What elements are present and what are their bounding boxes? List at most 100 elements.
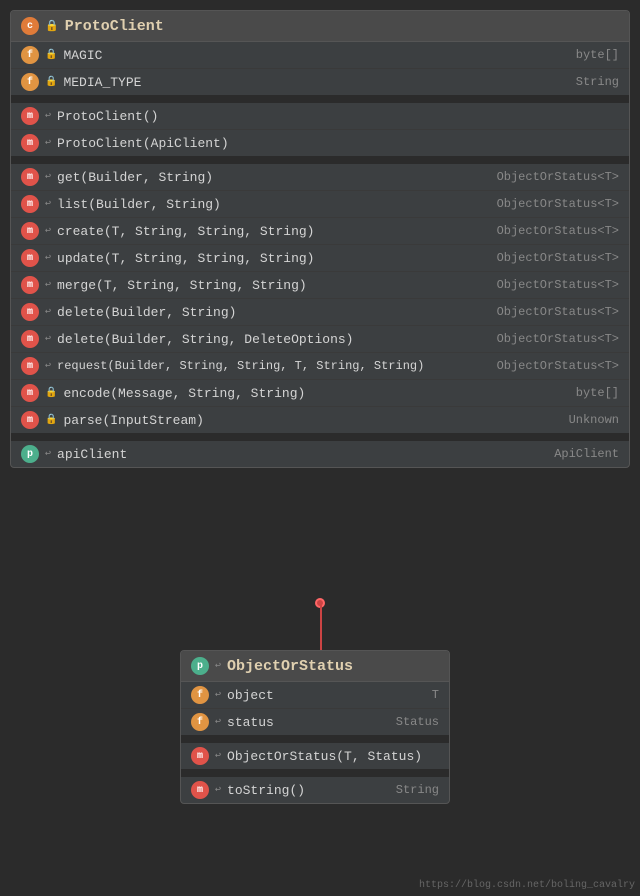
table-row[interactable]: m ↩ delete(Builder, String, DeleteOption… <box>11 326 629 353</box>
arrow-icon: ↩ <box>45 279 51 291</box>
table-row[interactable]: m ↩ merge(T, String, String, String) Obj… <box>11 272 629 299</box>
method-icon: m <box>21 411 39 429</box>
member-name: toString() <box>227 783 390 798</box>
arrow-icon: ↩ <box>215 689 221 701</box>
proto-client-card: c 🔒 ProtoClient f 🔒 MAGIC byte[] f 🔒 MED… <box>10 10 630 468</box>
arrow-icon: ↩ <box>45 225 51 237</box>
member-name: status <box>227 715 390 730</box>
field-icon: f <box>191 713 209 731</box>
lock-icon: 🔒 <box>45 49 57 61</box>
member-type: T <box>432 688 439 702</box>
table-row[interactable]: m ↩ create(T, String, String, String) Ob… <box>11 218 629 245</box>
constructors-section: m ↩ ObjectOrStatus(T, Status) <box>181 743 449 769</box>
table-row[interactable]: m ↩ get(Builder, String) ObjectOrStatus<… <box>11 164 629 191</box>
proto-client-header: c 🔒 ProtoClient <box>11 11 629 42</box>
member-type: Status <box>396 715 439 729</box>
member-name: delete(Builder, String) <box>57 305 491 320</box>
table-row[interactable]: f ↩ object T <box>181 682 449 709</box>
member-type: ObjectOrStatus<T> <box>497 197 619 211</box>
lock-icon: 🔒 <box>45 19 59 33</box>
method-icon: m <box>191 747 209 765</box>
arrow-icon: ↩ <box>45 137 51 149</box>
member-type: ObjectOrStatus<T> <box>497 224 619 238</box>
table-row[interactable]: m ↩ ObjectOrStatus(T, Status) <box>181 743 449 769</box>
arrow-icon: ↩ <box>45 306 51 318</box>
class-icon: p <box>191 657 209 675</box>
section-divider <box>181 735 449 743</box>
arrow-icon: ↩ <box>45 333 51 345</box>
table-row[interactable]: m ↩ delete(Builder, String) ObjectOrStat… <box>11 299 629 326</box>
arrow-icon: ↩ <box>215 716 221 728</box>
method-icon: m <box>21 134 39 152</box>
member-type: String <box>396 783 439 797</box>
arrow-icon: ↩ <box>215 660 221 672</box>
member-name: parse(InputStream) <box>63 413 562 428</box>
member-type: ApiClient <box>554 447 619 461</box>
watermark: https://blog.csdn.net/boling_cavalry <box>419 880 635 891</box>
member-name: delete(Builder, String, DeleteOptions) <box>57 332 491 347</box>
member-type: Unknown <box>569 413 619 427</box>
member-type: ObjectOrStatus<T> <box>497 332 619 346</box>
member-name: create(T, String, String, String) <box>57 224 491 239</box>
section-divider <box>11 156 629 164</box>
fields-section: f 🔒 MAGIC byte[] f 🔒 MEDIA_TYPE String <box>11 42 629 95</box>
member-name: apiClient <box>57 447 548 462</box>
table-row[interactable]: m ↩ ProtoClient() <box>11 103 629 130</box>
table-row[interactable]: m 🔒 encode(Message, String, String) byte… <box>11 380 629 407</box>
method-icon: m <box>21 330 39 348</box>
class-icon: c <box>21 17 39 35</box>
arrow-icon: ↩ <box>45 252 51 264</box>
method-icon: m <box>21 276 39 294</box>
member-name: ProtoClient() <box>57 109 619 124</box>
properties-section: p ↩ apiClient ApiClient <box>11 441 629 467</box>
method-icon: m <box>191 781 209 799</box>
member-type: byte[] <box>576 386 619 400</box>
arrow-icon: ↩ <box>45 110 51 122</box>
method-icon: m <box>21 107 39 125</box>
field-icon: f <box>191 686 209 704</box>
object-or-status-header: p ↩ ObjectOrStatus <box>181 651 449 682</box>
arrow-icon: ↩ <box>45 360 51 372</box>
method-icon: m <box>21 357 39 375</box>
table-row[interactable]: m ↩ update(T, String, String, String) Ob… <box>11 245 629 272</box>
table-row[interactable]: m ↩ list(Builder, String) ObjectOrStatus… <box>11 191 629 218</box>
methods-section: m ↩ toString() String <box>181 777 449 803</box>
lock-icon: 🔒 <box>45 414 57 426</box>
member-type: ObjectOrStatus<T> <box>497 359 619 373</box>
section-divider <box>181 769 449 777</box>
arrow-icon: ↩ <box>45 448 51 460</box>
section-divider <box>11 433 629 441</box>
table-row[interactable]: f ↩ status Status <box>181 709 449 735</box>
member-name: get(Builder, String) <box>57 170 491 185</box>
arrow-icon: ↩ <box>215 750 221 762</box>
member-name: MEDIA_TYPE <box>63 75 569 90</box>
method-icon: m <box>21 195 39 213</box>
member-name: list(Builder, String) <box>57 197 491 212</box>
member-name: object <box>227 688 426 703</box>
table-row[interactable]: m 🔒 parse(InputStream) Unknown <box>11 407 629 433</box>
methods-section: m ↩ get(Builder, String) ObjectOrStatus<… <box>11 164 629 433</box>
method-icon: m <box>21 384 39 402</box>
method-icon: m <box>21 249 39 267</box>
member-name: ObjectOrStatus(T, Status) <box>227 749 439 764</box>
table-row[interactable]: p ↩ apiClient ApiClient <box>11 441 629 467</box>
table-row[interactable]: m ↩ toString() String <box>181 777 449 803</box>
member-name: request(Builder, String, String, T, Stri… <box>57 359 491 373</box>
fields-section: f ↩ object T f ↩ status Status <box>181 682 449 735</box>
table-row[interactable]: m ↩ ProtoClient(ApiClient) <box>11 130 629 156</box>
method-icon: m <box>21 222 39 240</box>
property-icon: p <box>21 445 39 463</box>
object-or-status-card: p ↩ ObjectOrStatus f ↩ object T f ↩ stat… <box>180 650 450 804</box>
table-row[interactable]: m ↩ request(Builder, String, String, T, … <box>11 353 629 380</box>
member-type: ObjectOrStatus<T> <box>497 170 619 184</box>
connector-line <box>320 601 322 651</box>
lock-icon: 🔒 <box>45 76 57 88</box>
arrow-icon: ↩ <box>215 784 221 796</box>
member-type: ObjectOrStatus<T> <box>497 278 619 292</box>
table-row[interactable]: f 🔒 MAGIC byte[] <box>11 42 629 69</box>
table-row[interactable]: f 🔒 MEDIA_TYPE String <box>11 69 629 95</box>
lock-icon: 🔒 <box>45 387 57 399</box>
constructors-section: m ↩ ProtoClient() m ↩ ProtoClient(ApiCli… <box>11 103 629 156</box>
member-type: ObjectOrStatus<T> <box>497 305 619 319</box>
field-icon: f <box>21 73 39 91</box>
